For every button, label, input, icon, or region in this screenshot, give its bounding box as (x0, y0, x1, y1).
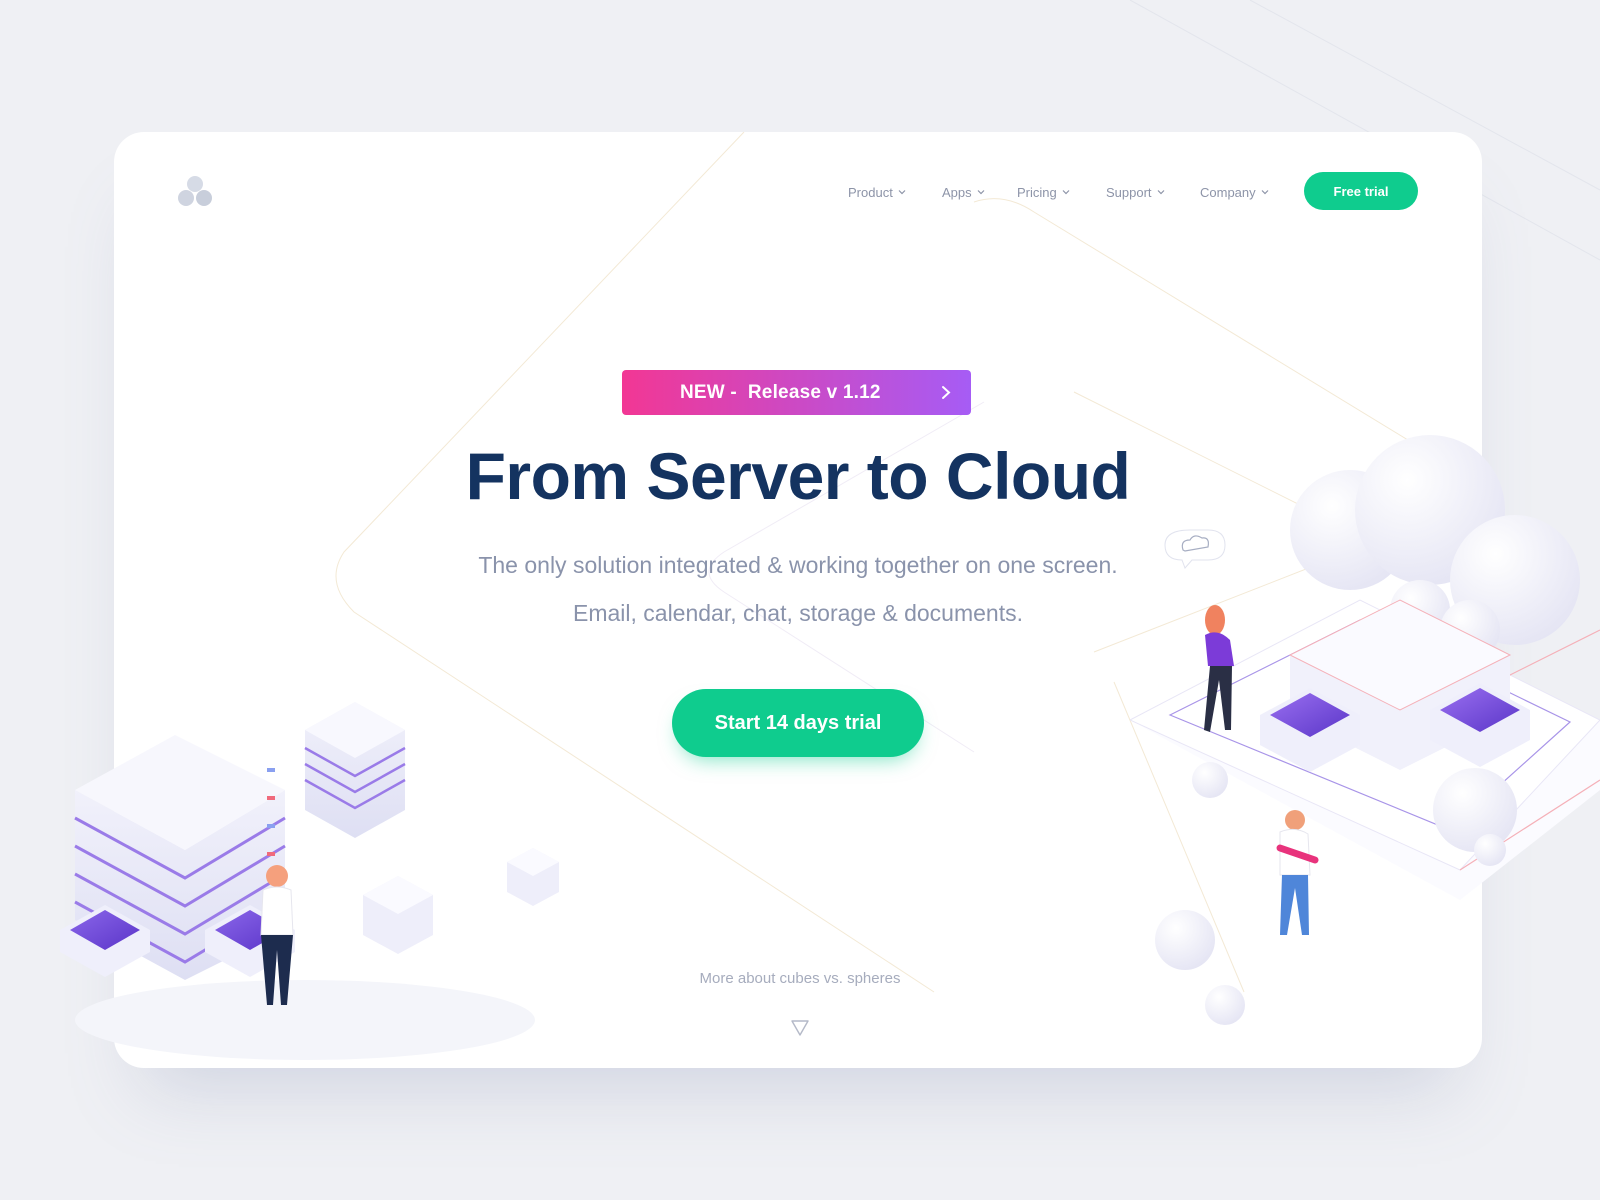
more-about-link[interactable]: More about cubes vs. spheres (600, 970, 1000, 987)
nav-item-pricing[interactable]: Pricing (1017, 170, 1070, 214)
chevron-down-icon (898, 190, 906, 195)
nav-item-company[interactable]: Company (1200, 170, 1269, 214)
chevron-down-icon (1261, 190, 1269, 195)
nav-item-label: Support (1106, 184, 1152, 200)
chevron-down-icon (1062, 190, 1070, 195)
chevron-down-icon (977, 190, 985, 195)
cloud-platform-illustration (1130, 435, 1600, 1025)
start-trial-button[interactable]: Start 14 days trial (672, 689, 924, 757)
nav-item-label: Apps (942, 184, 972, 200)
release-badge-text: NEW - Release v 1.12 (680, 381, 881, 403)
nav-item-label: Pricing (1017, 184, 1057, 200)
release-badge-link[interactable]: NEW - Release v 1.12 (622, 370, 971, 415)
nav-item-label: Company (1200, 184, 1256, 200)
scroll-down-icon[interactable] (790, 1019, 810, 1037)
nav-item-label: Product (848, 184, 893, 200)
nav-item-apps[interactable]: Apps (942, 170, 985, 214)
chevron-down-icon (1157, 190, 1164, 195)
three-circles-logo-icon[interactable] (177, 175, 213, 209)
nav-item-support[interactable]: Support (1106, 170, 1165, 214)
chevron-right-icon (942, 386, 951, 399)
nav-item-product[interactable]: Product (848, 170, 906, 214)
free-trial-button[interactable]: Free trial (1304, 172, 1418, 210)
server-stack-illustration (60, 702, 559, 1060)
